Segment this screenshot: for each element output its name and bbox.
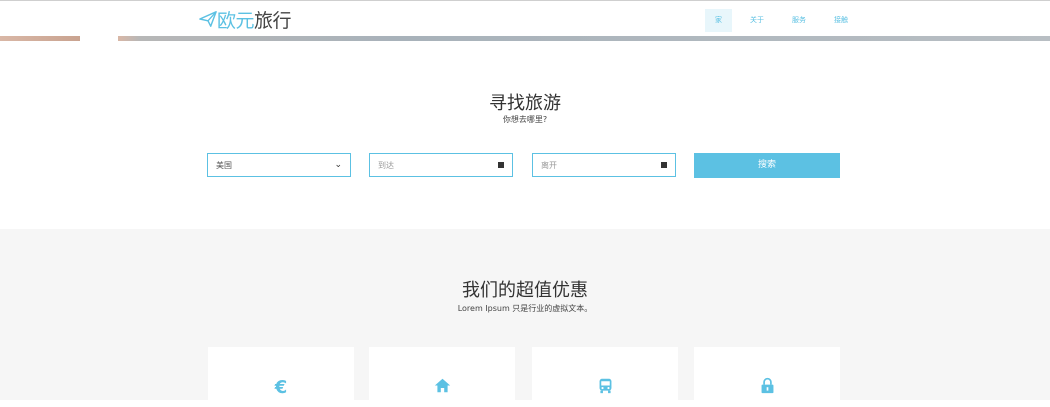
deals-subtitle: Lorem Ipsum 只是行业的虚拟文本。 [457, 304, 593, 313]
brand-name-part1: 欧元 [217, 9, 255, 32]
calendar-icon [498, 162, 504, 168]
main-nav: 家 关于 服务 接触 [705, 9, 866, 32]
deal-card[interactable]: € [208, 347, 354, 407]
nav-item-about[interactable]: 关于 [740, 9, 774, 32]
bus-icon [532, 377, 678, 399]
lock-icon [694, 377, 840, 399]
deals-section: 我们的超值优惠 Lorem Ipsum 只是行业的虚拟文本。 € [0, 229, 1050, 407]
navbar: 欧元 旅行 家 关于 服务 接触 [0, 1, 1050, 36]
deal-card[interactable] [694, 347, 840, 407]
arrive-date-input[interactable]: 到达 [369, 153, 513, 177]
search-section: 寻找旅游 你想去哪里? 美国 ⌄ 到达 离开 搜索 [0, 41, 1050, 229]
nav-item-home[interactable]: 家 [705, 9, 732, 32]
search-button[interactable]: 搜索 [694, 153, 840, 178]
depart-date-placeholder: 离开 [541, 160, 557, 170]
nav-item-contact[interactable]: 接触 [824, 9, 858, 32]
nav-item-services[interactable]: 服务 [782, 9, 816, 32]
calendar-icon [661, 162, 667, 168]
country-select-value: 美国 [216, 160, 232, 170]
depart-date-input[interactable]: 离开 [532, 153, 676, 177]
paper-plane-icon [199, 11, 217, 27]
brand-name-part2: 旅行 [254, 9, 292, 32]
chevron-down-icon: ⌄ [334, 160, 342, 170]
search-title: 寻找旅游 [489, 93, 561, 114]
arrive-date-placeholder: 到达 [378, 160, 394, 170]
deals-title: 我们的超值优惠 [462, 280, 588, 301]
euro-icon: € [274, 377, 288, 398]
brand-logo[interactable]: 欧元 旅行 [199, 7, 292, 32]
deal-card[interactable] [369, 347, 515, 407]
deal-card[interactable] [532, 347, 678, 407]
search-subtitle: 你想去哪里? [502, 115, 548, 124]
home-icon [369, 377, 515, 399]
country-select[interactable]: 美国 ⌄ [207, 153, 351, 177]
